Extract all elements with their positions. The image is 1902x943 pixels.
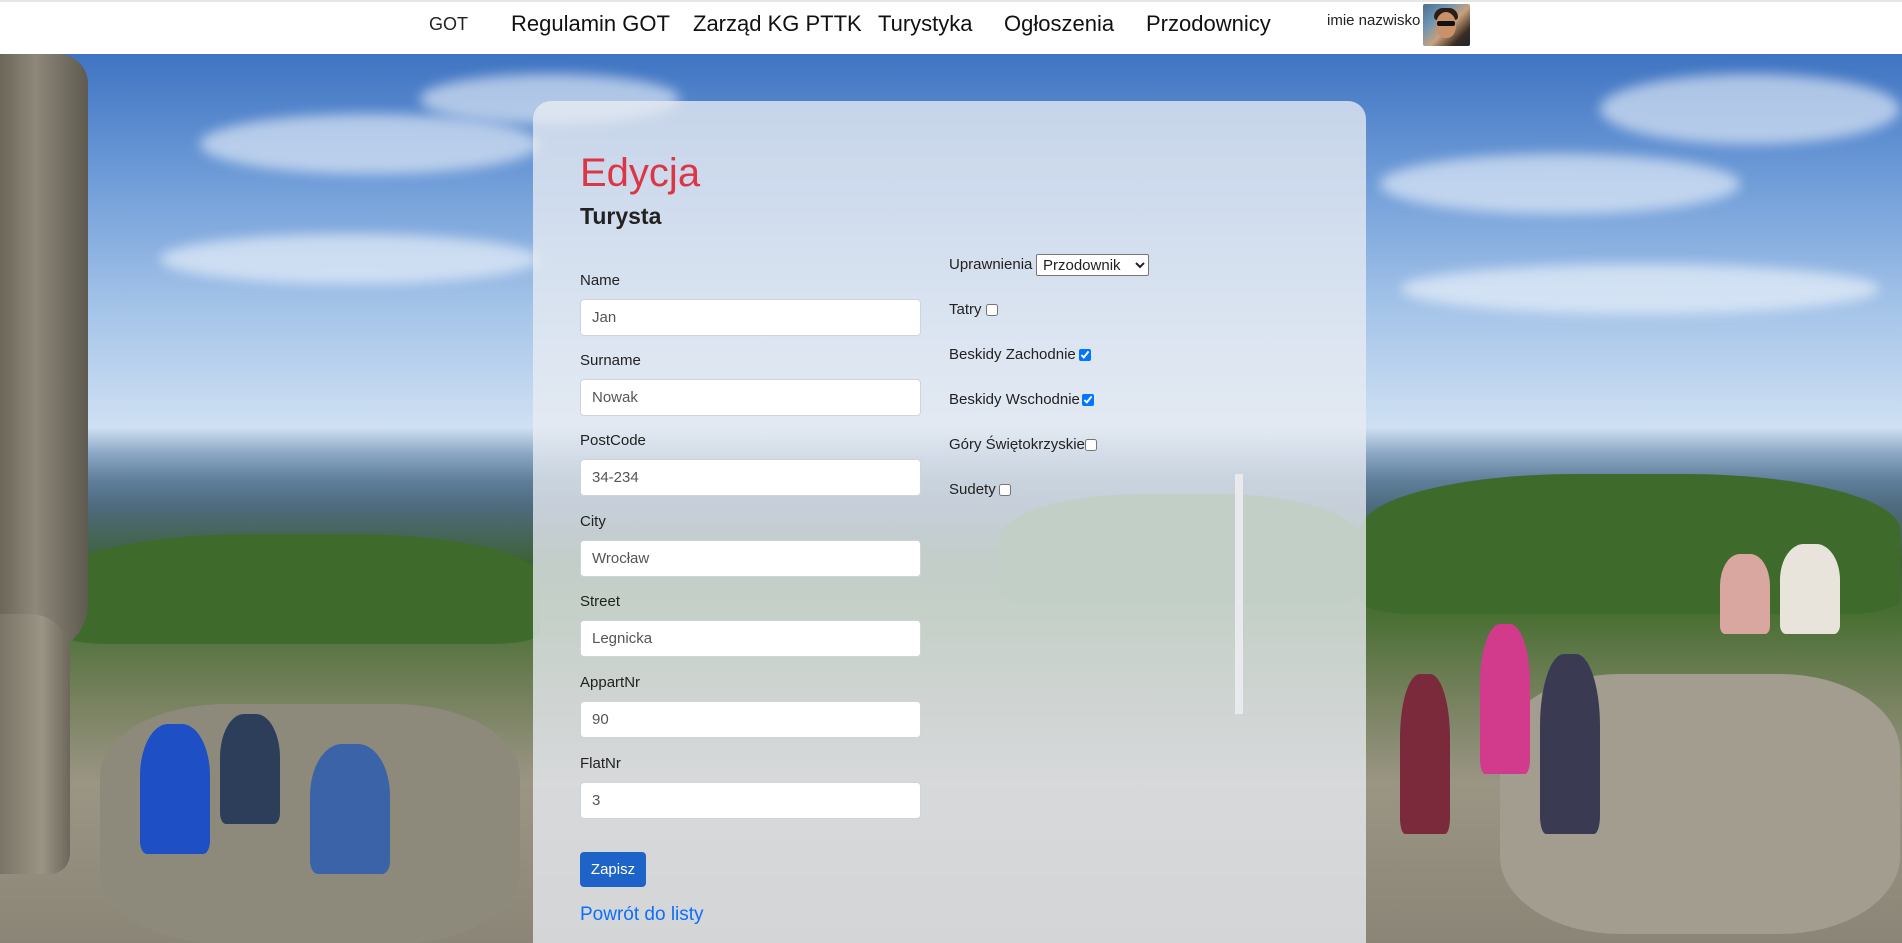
permissions-select[interactable]: Przodownik bbox=[1036, 254, 1149, 276]
cloud bbox=[1380, 154, 1740, 214]
region-label-beskidy-zachodnie: Beskidy Zachodnie bbox=[949, 346, 1076, 363]
region-label-tatry: Tatry bbox=[949, 301, 982, 318]
avatar[interactable] bbox=[1423, 4, 1470, 46]
user-name[interactable]: imie nazwisko bbox=[1327, 12, 1420, 29]
street-input[interactable] bbox=[580, 620, 921, 657]
avatar-glasses bbox=[1437, 21, 1455, 26]
cloud bbox=[200, 114, 540, 174]
name-label: Name bbox=[580, 272, 621, 289]
nav-brand-got[interactable]: GOT bbox=[429, 14, 468, 35]
city-input[interactable] bbox=[580, 540, 921, 577]
nav-link-regulamin[interactable]: Regulamin GOT bbox=[511, 11, 670, 37]
save-button[interactable]: Zapisz bbox=[580, 852, 646, 887]
region-checkbox-beskidy-zachodnie[interactable] bbox=[1079, 349, 1091, 361]
city-label: City bbox=[580, 513, 606, 530]
region-label-sudety: Sudety bbox=[949, 481, 996, 498]
permissions-label: Uprawnienia bbox=[949, 256, 1033, 273]
hiker bbox=[1780, 544, 1840, 634]
top-navbar: GOT Regulamin GOT Zarząd KG PTTK Turysty… bbox=[0, 0, 1902, 54]
nav-link-turystyka[interactable]: Turystyka bbox=[878, 11, 973, 37]
nav-link-zarzad[interactable]: Zarząd KG PTTK bbox=[693, 11, 862, 37]
rock-formation bbox=[0, 614, 70, 874]
surname-input[interactable] bbox=[580, 379, 921, 416]
hiker bbox=[1400, 674, 1450, 834]
nav-link-ogloszenia[interactable]: Ogłoszenia bbox=[1004, 11, 1114, 37]
region-label-gory-swietokrzyskie: Góry Świętokrzyskie bbox=[949, 436, 1085, 453]
hiker bbox=[1720, 554, 1770, 634]
postcode-label: PostCode bbox=[580, 432, 646, 449]
hiker bbox=[310, 744, 390, 874]
edit-form-panel: Edycja Turysta Name Surname PostCode Cit… bbox=[533, 101, 1366, 943]
hiker bbox=[220, 714, 280, 824]
flatnr-input[interactable] bbox=[580, 782, 921, 819]
back-to-list-link[interactable]: Powrót do listy bbox=[580, 904, 704, 926]
hiker bbox=[1480, 624, 1530, 774]
surname-label: Surname bbox=[580, 352, 641, 369]
appartnr-label: AppartNr bbox=[580, 674, 641, 691]
name-input[interactable] bbox=[580, 299, 921, 336]
region-label-beskidy-wschodnie: Beskidy Wschodnie bbox=[949, 391, 1080, 408]
cloud bbox=[1400, 264, 1880, 314]
region-checkbox-gory-swietokrzyskie[interactable] bbox=[1085, 439, 1097, 451]
shrubs bbox=[60, 534, 540, 644]
page-title: Edycja bbox=[580, 151, 701, 195]
hiker bbox=[1540, 654, 1600, 834]
region-checkbox-sudety[interactable] bbox=[999, 484, 1011, 496]
hiker bbox=[140, 724, 210, 854]
region-checkbox-beskidy-wschodnie[interactable] bbox=[1082, 394, 1094, 406]
rock-formation bbox=[0, 54, 88, 654]
street-label: Street bbox=[580, 593, 621, 610]
nav-link-przodownicy[interactable]: Przodownicy bbox=[1146, 11, 1271, 37]
flatnr-label: FlatNr bbox=[580, 755, 621, 772]
cloud bbox=[1600, 74, 1900, 144]
appartnr-input[interactable] bbox=[580, 701, 921, 738]
page-subtitle: Turysta bbox=[580, 203, 662, 229]
postcode-input[interactable] bbox=[580, 459, 921, 496]
region-checkbox-tatry[interactable] bbox=[986, 304, 998, 316]
cloud bbox=[160, 234, 540, 284]
